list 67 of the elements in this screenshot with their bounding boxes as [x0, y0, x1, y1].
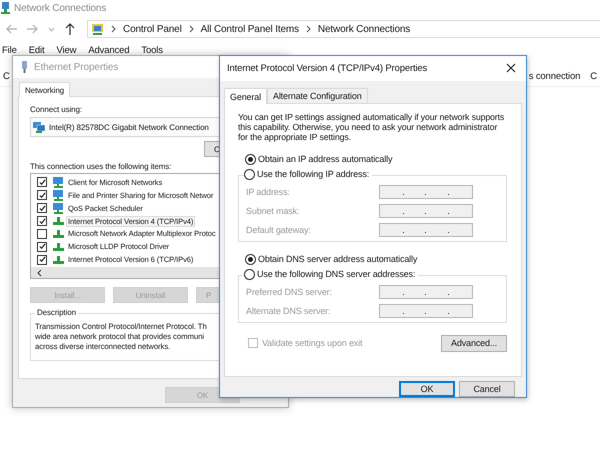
menu-item[interactable]: Advanced: [88, 45, 130, 57]
breadcrumb-item[interactable]: Network Connections: [318, 24, 410, 34]
network-protocol-icon: [53, 242, 64, 251]
network-adapter-icon: [21, 61, 28, 73]
network-protocol-icon: [53, 230, 64, 238]
intro-text: You can get IP settings assigned automatically if your network supports this capability. Otherwise, you need to ask your network administrator for the appropriate IP settings.: [238, 112, 506, 142]
network-computer-icon: [53, 190, 64, 201]
field-label: Connect using:: [30, 105, 82, 114]
advanced-button[interactable]: Advanced...: [441, 334, 507, 352]
breadcrumb-item[interactable]: Control Panel: [123, 24, 182, 34]
list-label: This connection uses the following items:: [30, 162, 172, 171]
checkbox[interactable]: [37, 203, 47, 214]
ip-address-field[interactable]: [379, 304, 473, 318]
radio-button[interactable]: [244, 168, 255, 180]
menu-item[interactable]: Edit: [28, 45, 44, 57]
radio-button[interactable]: [244, 268, 255, 280]
field-label: Preferred DNS server:: [246, 286, 333, 297]
checkbox[interactable]: [37, 216, 47, 226]
checkbox[interactable]: [37, 242, 47, 252]
tab[interactable]: Alternate Configuration: [266, 88, 368, 103]
breadcrumb-item[interactable]: All Control Panel Items: [200, 24, 299, 34]
field-label: Alternate DNS server:: [246, 306, 332, 316]
dialog-button[interactable]: OK: [399, 381, 455, 397]
network-protocol-icon: [53, 256, 64, 264]
adapter-name: Intel(R) 82578DC Gigabit Network Connection: [49, 122, 209, 132]
window-title: Network Connections: [14, 2, 106, 14]
ip-address-field[interactable]: [379, 204, 473, 218]
ip-address-field[interactable]: [379, 184, 473, 199]
tab[interactable]: General: [224, 88, 267, 104]
scroll-left-icon[interactable]: [36, 268, 42, 277]
menu-item[interactable]: View: [56, 45, 76, 57]
ip-address-field[interactable]: [379, 222, 473, 237]
dialog-button[interactable]: Cancel: [459, 381, 515, 397]
checkbox-label: Validate settings upon exit: [262, 338, 362, 348]
toolbar-item[interactable]: s connection: [528, 70, 580, 82]
close-icon[interactable]: [506, 63, 516, 74]
radio-button[interactable]: [245, 154, 256, 165]
chevron-right-icon: [111, 25, 116, 33]
field-label: Subnet mask:: [246, 206, 300, 216]
checkbox[interactable]: [37, 228, 47, 239]
tab[interactable]: Networking: [19, 82, 70, 97]
radio-button[interactable]: [245, 254, 256, 265]
checkbox[interactable]: [37, 177, 47, 188]
field-label: Default gateway:: [246, 224, 312, 235]
toolbar-item[interactable]: C: [590, 70, 597, 82]
network-computer-icon: [53, 176, 64, 188]
network-icon: [1, 2, 10, 14]
checkbox[interactable]: [37, 254, 47, 265]
field-label: IP address:: [246, 186, 291, 197]
radio-label[interactable]: Obtain DNS server address automatically: [258, 254, 418, 264]
network-protocol-icon: [53, 217, 64, 226]
network-adapter-icon: [33, 122, 45, 132]
menu-item[interactable]: File: [2, 45, 17, 57]
up-arrow-icon[interactable]: [65, 23, 75, 35]
dialog-title: Internet Protocol Version 4 (TCP/IPv4) Properties: [227, 62, 428, 74]
network-computer-icon: [53, 202, 64, 214]
radio-label[interactable]: Obtain an IP address automatically: [258, 154, 392, 164]
checkbox[interactable]: [37, 190, 47, 200]
address-bar[interactable]: Control Panel All Control Panel Items Network Connections: [87, 20, 600, 38]
toolbar-item[interactable]: C: [3, 70, 10, 82]
dialog-title: Ethernet Properties: [34, 62, 118, 72]
group-title: Description: [35, 308, 78, 318]
chevron-right-icon: [188, 25, 194, 33]
control-panel-icon: [91, 22, 104, 36]
menu-item[interactable]: Tools: [141, 45, 163, 57]
ip-address-field[interactable]: [379, 284, 473, 299]
chevron-right-icon: [306, 25, 311, 33]
